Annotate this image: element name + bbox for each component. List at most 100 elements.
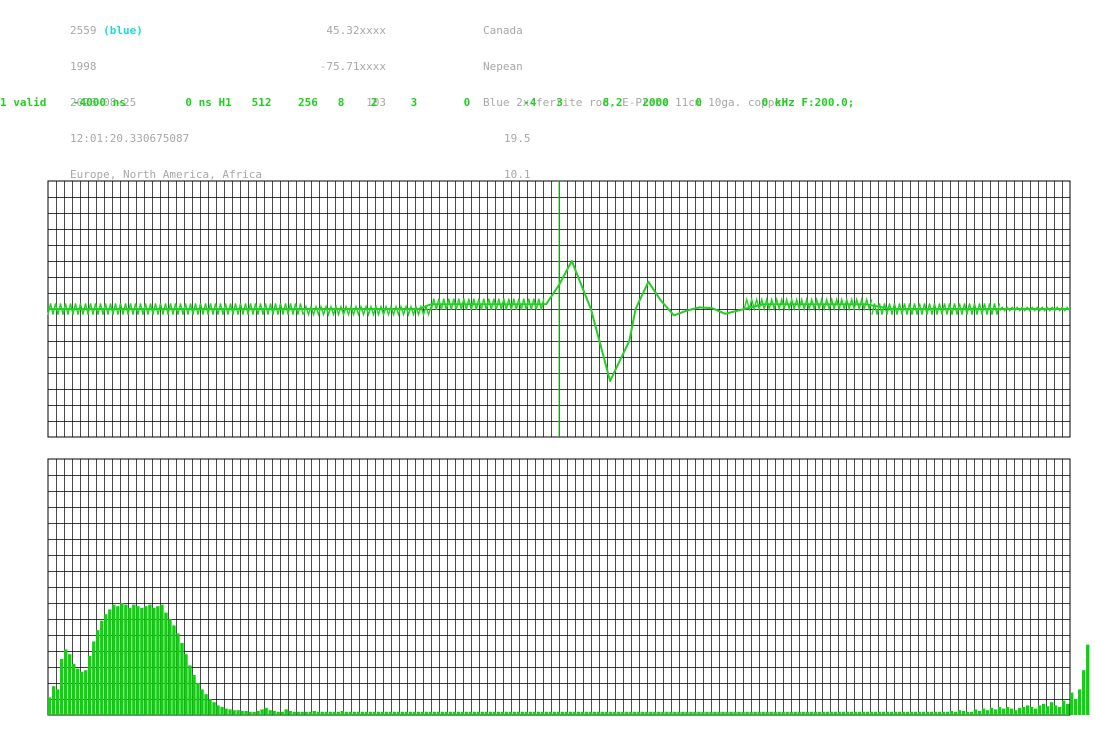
spectrum-bar <box>777 711 781 715</box>
spectrum-bar <box>536 711 541 715</box>
spectrum-bar <box>384 711 389 715</box>
spectrum-bar <box>240 711 244 715</box>
spectrum-bar <box>721 711 725 715</box>
spectrum-bar <box>797 711 801 715</box>
spectrum-bar <box>304 711 308 715</box>
spectrum-bar <box>1061 700 1066 715</box>
spectrum-bar <box>633 711 637 715</box>
spectrum-bar <box>593 711 597 715</box>
spectrum-bar <box>128 607 132 715</box>
spectrum-bar <box>917 711 922 715</box>
spectrum-bar <box>220 707 224 715</box>
spectrum-bar <box>404 711 409 715</box>
spectrum-bar <box>284 709 288 715</box>
spectrum-bar <box>897 711 902 715</box>
spectrum-bar <box>168 619 172 715</box>
spectrum-bar <box>408 711 413 715</box>
spectrum-bar <box>621 711 625 715</box>
spectrum-bar <box>320 711 324 715</box>
spectrum-bar <box>869 711 874 715</box>
spectrum-bar <box>488 711 493 715</box>
spectrum-bar <box>1082 670 1086 715</box>
spectrum-bar <box>705 711 709 715</box>
spectrum-bar <box>348 711 352 715</box>
spectrum-bar <box>276 711 280 715</box>
spectrum-bar <box>913 711 918 715</box>
spectrum-bar <box>300 711 304 715</box>
spectrum-bar <box>661 711 665 715</box>
spectrum-bar <box>280 711 284 715</box>
spectrum-bar <box>160 604 164 715</box>
spectrum-bar <box>577 711 581 715</box>
spectrum-bar <box>340 711 344 715</box>
spectrum-bar <box>909 711 914 715</box>
spectrum-bar <box>520 711 525 715</box>
spectrum-bar <box>180 643 184 715</box>
spectrum-bar <box>697 711 701 715</box>
spectrum-bar <box>829 711 833 715</box>
spectrum-bar <box>821 711 825 715</box>
spectrum-bar <box>452 711 457 715</box>
spectrum-bar <box>96 630 100 715</box>
spectrum-bar <box>352 711 357 715</box>
spectrum-bar <box>889 711 894 715</box>
spectrum-bar <box>605 711 609 715</box>
spectrum-bar <box>937 711 942 715</box>
spectrum-bar <box>1070 692 1074 715</box>
spectrum-bar <box>665 711 669 715</box>
spectrum-bar <box>432 711 437 715</box>
spectrum-bar <box>108 609 112 715</box>
spectrum-bar <box>504 711 509 715</box>
spectrum-bar <box>1001 708 1006 715</box>
spectrum-bar <box>629 711 633 715</box>
spectrum-bar <box>845 711 849 715</box>
spectrum-bar <box>436 711 441 715</box>
spectrum-bar <box>989 707 994 715</box>
spectrum-bar <box>1078 689 1082 715</box>
spectrum-bar <box>865 711 870 715</box>
spectrum-bar <box>745 711 749 715</box>
spectrum-bar <box>476 711 481 715</box>
spectrum-bar <box>412 711 417 715</box>
spectrum-bar <box>380 711 385 715</box>
spectrum-bar <box>841 711 845 715</box>
spectrum-bar <box>444 711 449 715</box>
spectrum-bar <box>857 711 861 715</box>
spectrum-bar <box>184 654 188 715</box>
spectrum-bar <box>881 711 886 715</box>
spectrum-bar <box>540 711 545 715</box>
spectrum-bar <box>637 711 641 715</box>
spectrum-bar <box>1045 706 1050 715</box>
charts-canvas <box>47 180 1090 716</box>
spectrum-bar <box>957 710 962 715</box>
spectrum-bar <box>949 711 954 715</box>
spectrum-bar <box>544 711 549 715</box>
spectrum-bar <box>212 702 216 715</box>
spectrum-bar <box>416 711 421 715</box>
spectrum-bar <box>757 711 761 715</box>
spectrum-bar <box>392 711 397 715</box>
spectrum-bar <box>681 711 685 715</box>
spectrum-bar <box>589 711 593 715</box>
spectrum-bar <box>689 711 693 715</box>
spectrum-bar <box>372 711 377 715</box>
spectrum-bar <box>1074 699 1078 715</box>
spectrum-bar <box>1013 710 1018 715</box>
spectrum-bar <box>997 707 1002 715</box>
spectrum-bar <box>396 711 401 715</box>
spectrum-bar <box>60 659 64 715</box>
spectrum-bar <box>368 711 373 715</box>
spectrum-bar <box>921 711 926 715</box>
spectrum-bar <box>769 711 773 715</box>
spectrum-bar <box>585 711 589 715</box>
spectrum-bar <box>685 711 689 715</box>
spectrum-bar <box>961 711 966 715</box>
spectrum-bar <box>645 711 649 715</box>
spectrum-bar <box>561 711 565 715</box>
spectrum-bar <box>617 711 621 715</box>
spectrum-bar <box>104 614 108 715</box>
spectrum-bar <box>480 711 485 715</box>
spectrum-bar <box>208 699 212 715</box>
spectrum-bar <box>625 711 629 715</box>
spectrum-bar <box>729 711 733 715</box>
